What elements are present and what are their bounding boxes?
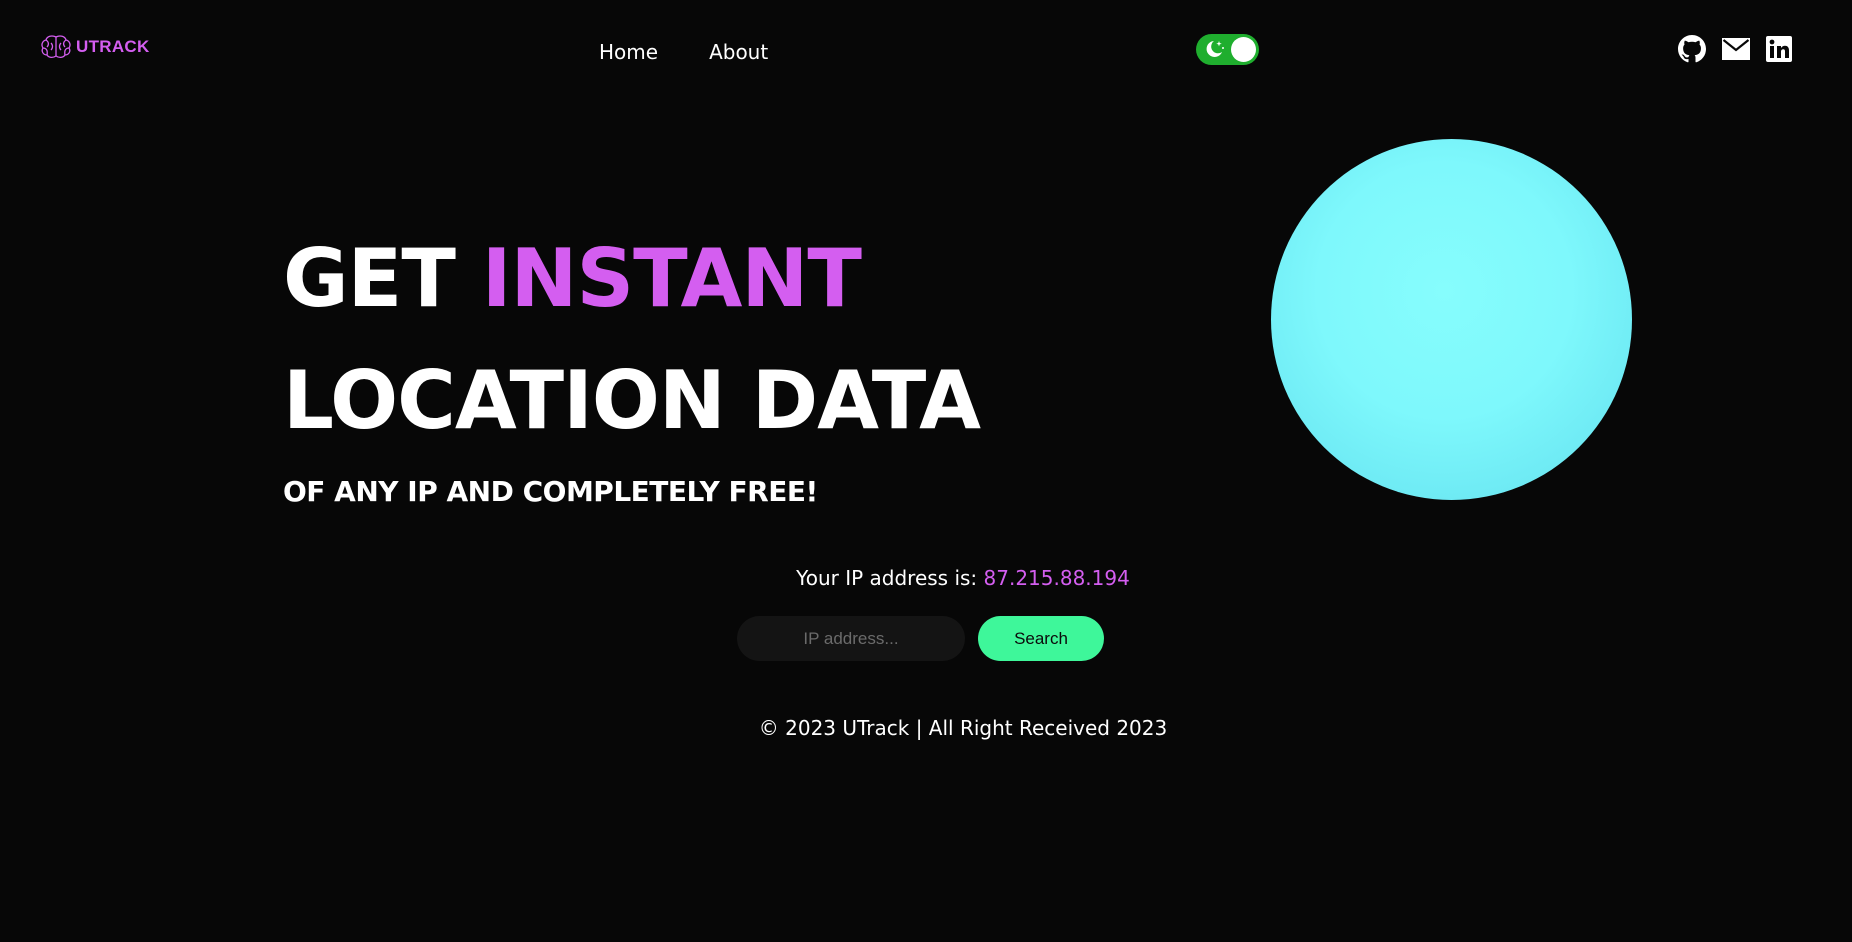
main-nav: Home About xyxy=(599,40,768,64)
hero-title-line2: LOCATION DATA xyxy=(283,354,981,447)
hero: GET INSTANT LOCATION DATA OF ANY IP AND … xyxy=(283,218,981,508)
theme-toggle[interactable] xyxy=(1196,34,1259,65)
hero-title-accent: INSTANT xyxy=(481,232,862,325)
footer-copyright: © 2023 UTrack | All Right Received 2023 xyxy=(758,716,1168,740)
moon-stars-icon xyxy=(1203,38,1227,64)
logo[interactable]: UTRACK xyxy=(40,34,150,60)
social-links xyxy=(1678,35,1792,63)
search-button[interactable]: Search xyxy=(978,616,1104,661)
brain-icon xyxy=(40,34,72,60)
nav-about-link[interactable]: About xyxy=(709,40,768,64)
hero-title-line1: GET INSTANT xyxy=(283,218,980,340)
mail-icon[interactable] xyxy=(1722,38,1750,60)
github-icon[interactable] xyxy=(1678,35,1706,63)
linkedin-icon[interactable] xyxy=(1766,36,1792,62)
toggle-knob xyxy=(1231,37,1256,62)
hero-subtitle: OF ANY IP AND COMPLETELY FREE! xyxy=(283,475,818,508)
ip-address-display: Your IP address is: 87.215.88.194 xyxy=(0,566,1852,590)
nav-home-link[interactable]: Home xyxy=(599,40,658,64)
ip-search-input[interactable] xyxy=(737,616,965,661)
logo-text: UTRACK xyxy=(76,37,150,56)
hero-title-word: GET xyxy=(283,232,456,325)
ip-value: 87.215.88.194 xyxy=(983,566,1130,590)
globe-sphere xyxy=(1271,139,1632,500)
ip-label: Your IP address is: xyxy=(796,566,978,590)
